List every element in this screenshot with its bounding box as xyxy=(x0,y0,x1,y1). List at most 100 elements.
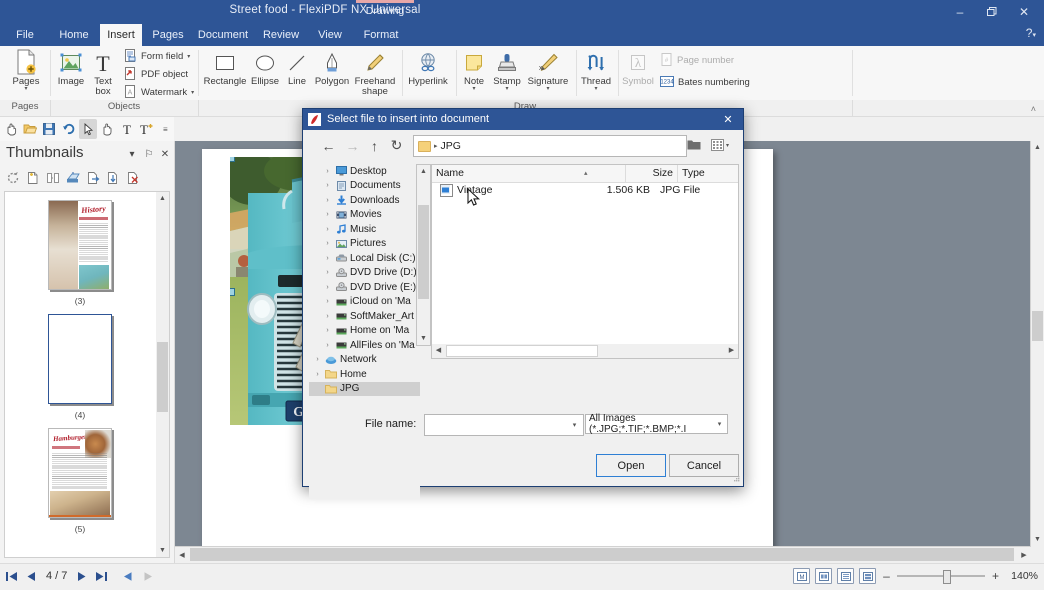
scan-pages-button[interactable] xyxy=(64,169,82,187)
ribbon-watermark-button[interactable]: A Watermark ▾ xyxy=(122,84,196,101)
ribbon-page-number-button[interactable]: # Page number xyxy=(658,52,736,69)
ribbon-polygon-button[interactable]: Polygon xyxy=(312,47,352,87)
thumbnails-list[interactable]: History (3) (4) Hamburger (5) xyxy=(4,191,161,558)
facing-pages-view-button[interactable] xyxy=(815,568,832,584)
tree-scroll-up-button[interactable]: ▲ xyxy=(417,165,430,178)
document-scroll-left-button[interactable]: ◀ xyxy=(175,547,189,562)
selection-handle-top-left[interactable] xyxy=(230,157,235,162)
zoom-level-label[interactable]: 140% xyxy=(1006,570,1038,582)
thumbnail-page-3[interactable]: History xyxy=(48,200,112,290)
scrolling-view-button[interactable] xyxy=(859,568,876,584)
file-list-row[interactable]: Vintage 1.506 KB JPG File xyxy=(432,182,738,198)
tree-item-desktop[interactable]: › Desktop xyxy=(309,164,420,179)
file-name-input[interactable] xyxy=(425,416,566,434)
tree-item-home-on-ma[interactable]: › Home on 'Ma xyxy=(309,324,420,339)
dialog-view-options-button[interactable]: ▾ xyxy=(707,136,733,154)
ribbon-note-button[interactable]: Note ▾ xyxy=(460,47,488,92)
document-vertical-scrollbar[interactable]: ▲ ▼ xyxy=(1030,141,1044,546)
dialog-address-bar[interactable]: ▸ JPG xyxy=(413,135,687,157)
tree-item-movies[interactable]: › Movies xyxy=(309,208,420,223)
tab-file[interactable]: File xyxy=(4,24,46,46)
maximize-restore-button[interactable] xyxy=(976,0,1008,24)
tab-home[interactable]: Home xyxy=(50,24,98,46)
thumbnail-item[interactable]: Hamburger (5) xyxy=(5,428,155,534)
tab-format[interactable]: Format xyxy=(356,24,406,46)
file-type-combobox[interactable]: All Images (*.JPG;*.TIF;*.BMP;*.I ▾ xyxy=(585,413,728,435)
chevron-right-icon[interactable]: › xyxy=(323,327,332,334)
tree-item-downloads[interactable]: › Downloads xyxy=(309,193,420,208)
ribbon-freehand-button[interactable]: Freehand shape xyxy=(352,47,398,96)
tree-item-music[interactable]: › Music xyxy=(309,222,420,237)
file-open-dialog[interactable]: Select file to insert into document ✕ ← … xyxy=(302,108,744,499)
close-button[interactable]: ✕ xyxy=(1008,0,1040,24)
tab-view[interactable]: View xyxy=(310,24,350,46)
tree-item-home[interactable]: › Home xyxy=(309,367,420,382)
tree-item-jpg[interactable]: JPG xyxy=(309,381,420,396)
chevron-right-icon[interactable]: › xyxy=(323,313,332,320)
insert-page-button[interactable] xyxy=(24,169,42,187)
open-button[interactable]: Open xyxy=(596,454,666,477)
collapse-ribbon-button[interactable]: ˄ xyxy=(1031,104,1036,114)
ribbon-textbox-button[interactable]: T Text box xyxy=(90,47,116,96)
thumbnails-scroll-up-button[interactable]: ▲ xyxy=(156,192,169,205)
import-page-button[interactable] xyxy=(104,169,122,187)
chevron-right-icon[interactable]: › xyxy=(323,269,332,276)
continuous-view-button[interactable] xyxy=(837,568,854,584)
previous-page-button[interactable] xyxy=(24,568,39,584)
export-page-button[interactable] xyxy=(84,169,102,187)
thumbnails-close-button[interactable]: ✕ xyxy=(158,147,172,161)
tree-item-pictures[interactable]: › Pictures xyxy=(309,237,420,252)
dialog-forward-button[interactable]: → xyxy=(343,136,362,155)
ribbon-form-field-button[interactable]: Form field ▾ xyxy=(122,48,192,65)
thumbnail-page-4[interactable] xyxy=(48,314,112,404)
chevron-right-icon[interactable]: › xyxy=(323,168,332,175)
thumbnails-scrollbar[interactable]: ▲ ▼ xyxy=(156,191,170,558)
dialog-file-list[interactable]: Name ▴ Size Type Vintage 1.506 KB JPG Fi… xyxy=(431,164,739,346)
thumbnail-item[interactable]: (4) xyxy=(5,314,155,420)
first-page-button[interactable] xyxy=(4,568,19,584)
qat-overflow-button[interactable]: ≡ xyxy=(157,119,174,139)
page-indicator[interactable]: 4 / 7 xyxy=(44,570,69,582)
dialog-new-folder-button[interactable] xyxy=(685,136,703,154)
zoom-out-button[interactable]: – xyxy=(881,569,892,583)
dialog-up-button[interactable]: ↑ xyxy=(365,136,384,155)
ribbon-line-button[interactable]: Line xyxy=(284,47,310,87)
cancel-button[interactable]: Cancel xyxy=(669,454,739,477)
thumbnails-pin-button[interactable]: ⚐ xyxy=(142,147,156,161)
ribbon-stamp-button[interactable]: Stamp ▾ xyxy=(490,47,524,92)
thumbnail-item[interactable]: History (3) xyxy=(5,200,155,306)
zoom-slider[interactable] xyxy=(897,569,985,584)
tree-scroll-down-button[interactable]: ▼ xyxy=(417,332,430,345)
file-list-scroll-right-button[interactable]: ▶ xyxy=(725,344,738,356)
chevron-right-icon[interactable]: › xyxy=(323,298,332,305)
chevron-right-icon[interactable]: › xyxy=(323,197,332,204)
tab-document[interactable]: Document xyxy=(194,24,252,46)
qat-hand-grab-button[interactable] xyxy=(2,119,19,139)
file-list-hscroll-thumb[interactable] xyxy=(446,345,598,357)
column-header-name[interactable]: Name ▴ xyxy=(432,165,626,182)
chevron-right-icon[interactable]: › xyxy=(323,226,332,233)
tree-item-allfiles-on-ma[interactable]: › AllFiles on 'Ma xyxy=(309,338,420,353)
qat-select-tool-button[interactable] xyxy=(79,119,97,139)
ribbon-signature-button[interactable]: x Signature ▾ xyxy=(524,47,572,92)
last-page-button[interactable] xyxy=(94,568,109,584)
document-scroll-down-button[interactable]: ▼ xyxy=(1031,533,1044,546)
back-view-button[interactable] xyxy=(120,568,135,584)
ribbon-hyperlink-button[interactable]: Hyperlink xyxy=(404,47,452,87)
rotate-page-button[interactable] xyxy=(4,169,22,187)
ribbon-symbol-button[interactable]: λ Symbol xyxy=(620,47,656,87)
dialog-close-button[interactable]: ✕ xyxy=(717,111,739,128)
ribbon-pdf-object-button[interactable]: PDF object xyxy=(122,66,190,83)
thumbnails-scroll-down-button[interactable]: ▼ xyxy=(156,544,169,557)
qat-text-add-tool-button[interactable]: T xyxy=(137,119,154,139)
document-horizontal-scrollbar[interactable]: ◀ ▶ xyxy=(175,546,1031,563)
tab-insert[interactable]: Insert xyxy=(100,24,142,46)
chevron-right-icon[interactable]: › xyxy=(313,356,322,363)
qat-open-button[interactable] xyxy=(21,119,38,139)
qat-save-button[interactable] xyxy=(41,119,58,139)
column-header-type[interactable]: Type xyxy=(678,165,738,182)
ribbon-image-button[interactable]: Image xyxy=(54,47,88,87)
zoom-slider-knob[interactable] xyxy=(943,570,951,584)
split-pages-button[interactable] xyxy=(44,169,62,187)
chevron-right-icon[interactable]: › xyxy=(323,240,332,247)
